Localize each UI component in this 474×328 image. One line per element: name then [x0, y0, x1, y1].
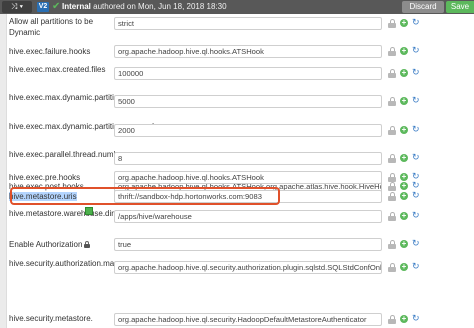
config-label: Allow all partitions to be Dynamic: [9, 17, 94, 37]
refresh-icon[interactable]: ↻: [412, 181, 420, 190]
plus-icon[interactable]: +: [400, 69, 408, 77]
config-value-input[interactable]: 100000: [114, 67, 382, 80]
lock-icon[interactable]: [388, 173, 396, 182]
config-label: hive.exec.parallel.thread.number: [9, 150, 126, 159]
refresh-icon[interactable]: ↻: [412, 68, 420, 77]
plus-icon[interactable]: +: [400, 240, 408, 248]
shuffle-dropdown-button[interactable]: ⤨ ▾: [2, 1, 32, 13]
refresh-icon[interactable]: ↻: [412, 211, 420, 220]
config-value-input[interactable]: true: [114, 238, 382, 251]
version-badge: V2: [37, 2, 49, 12]
lock-icon[interactable]: [388, 192, 396, 201]
refresh-icon[interactable]: ↻: [412, 153, 420, 162]
config-label: hive.metastore.warehouse.dir: [9, 209, 114, 218]
config-label: hive.exec.pre.hooks: [9, 173, 81, 182]
config-label: hive.exec.max.dynamic.partitions: [9, 93, 127, 102]
plus-icon[interactable]: +: [400, 173, 408, 181]
highlight-annotation-box: [10, 187, 280, 205]
refresh-icon[interactable]: ↻: [412, 96, 420, 105]
lock-icon[interactable]: [388, 19, 396, 28]
plus-icon[interactable]: +: [400, 47, 408, 55]
note-icon[interactable]: [85, 207, 93, 215]
config-value-input[interactable]: 2000: [114, 124, 382, 137]
config-value-input[interactable]: /apps/hive/warehouse: [114, 210, 382, 223]
lock-icon[interactable]: [388, 97, 396, 106]
config-value-input[interactable]: 8: [114, 152, 382, 165]
refresh-icon[interactable]: ↻: [412, 18, 420, 27]
plus-icon[interactable]: +: [400, 315, 408, 323]
lock-icon[interactable]: [388, 126, 396, 135]
config-label: hive.security.authorization.manager: [9, 259, 135, 268]
refresh-icon[interactable]: ↻: [412, 262, 420, 271]
refresh-icon[interactable]: ↻: [412, 191, 420, 200]
plus-icon[interactable]: +: [400, 97, 408, 105]
left-gutter: [0, 14, 7, 328]
lock-icon[interactable]: [388, 154, 396, 163]
config-label: hive.exec.max.created.files: [9, 65, 106, 74]
plus-icon[interactable]: +: [400, 154, 408, 162]
config-label: hive.exec.failure.hooks: [9, 47, 91, 56]
save-button[interactable]: Save: [446, 1, 474, 13]
lock-icon[interactable]: [388, 315, 396, 324]
config-value-input[interactable]: 5000: [114, 95, 382, 108]
plus-icon[interactable]: +: [400, 192, 408, 200]
lock-icon[interactable]: [388, 240, 396, 249]
lock-icon[interactable]: [388, 69, 396, 78]
discard-button[interactable]: Discard: [402, 1, 444, 13]
lock-icon[interactable]: [388, 47, 396, 56]
plus-icon[interactable]: +: [400, 126, 408, 134]
check-icon: ✔: [52, 1, 61, 12]
lock-icon: [84, 241, 91, 248]
plus-icon[interactable]: +: [400, 19, 408, 27]
config-value-input[interactable]: org.apache.hadoop.hive.ql.security.autho…: [114, 261, 382, 274]
lock-icon[interactable]: [388, 212, 396, 221]
config-value-input[interactable]: strict: [114, 17, 382, 30]
authored-info: Internal authored on Mon, Jun 18, 2018 1…: [62, 2, 227, 11]
lock-icon[interactable]: [388, 182, 396, 191]
refresh-icon[interactable]: ↻: [412, 239, 420, 248]
refresh-icon[interactable]: ↻: [412, 172, 420, 181]
config-label: hive.exec.max.dynamic.partitions.pernode: [9, 122, 159, 131]
refresh-icon[interactable]: ↻: [412, 125, 420, 134]
plus-icon[interactable]: +: [400, 182, 408, 190]
plus-icon[interactable]: +: [400, 263, 408, 271]
config-value-input[interactable]: org.apache.hadoop.hive.ql.security.Hadoo…: [114, 313, 382, 326]
config-value-input[interactable]: org.apache.hadoop.hive.ql.hooks.ATSHook: [114, 45, 382, 58]
config-label: Enable Authorization: [9, 239, 91, 250]
plus-icon[interactable]: +: [400, 212, 408, 220]
refresh-icon[interactable]: ↻: [412, 46, 420, 55]
config-value-input[interactable]: org.apache.hadoop.hive.ql.hooks.ATSHook: [114, 171, 382, 184]
lock-icon[interactable]: [388, 263, 396, 272]
refresh-icon[interactable]: ↻: [412, 314, 420, 323]
top-toolbar: ⤨ ▾ V2 ✔ Internal authored on Mon, Jun 1…: [0, 0, 474, 14]
config-label: hive.security.metastore.: [9, 314, 93, 323]
